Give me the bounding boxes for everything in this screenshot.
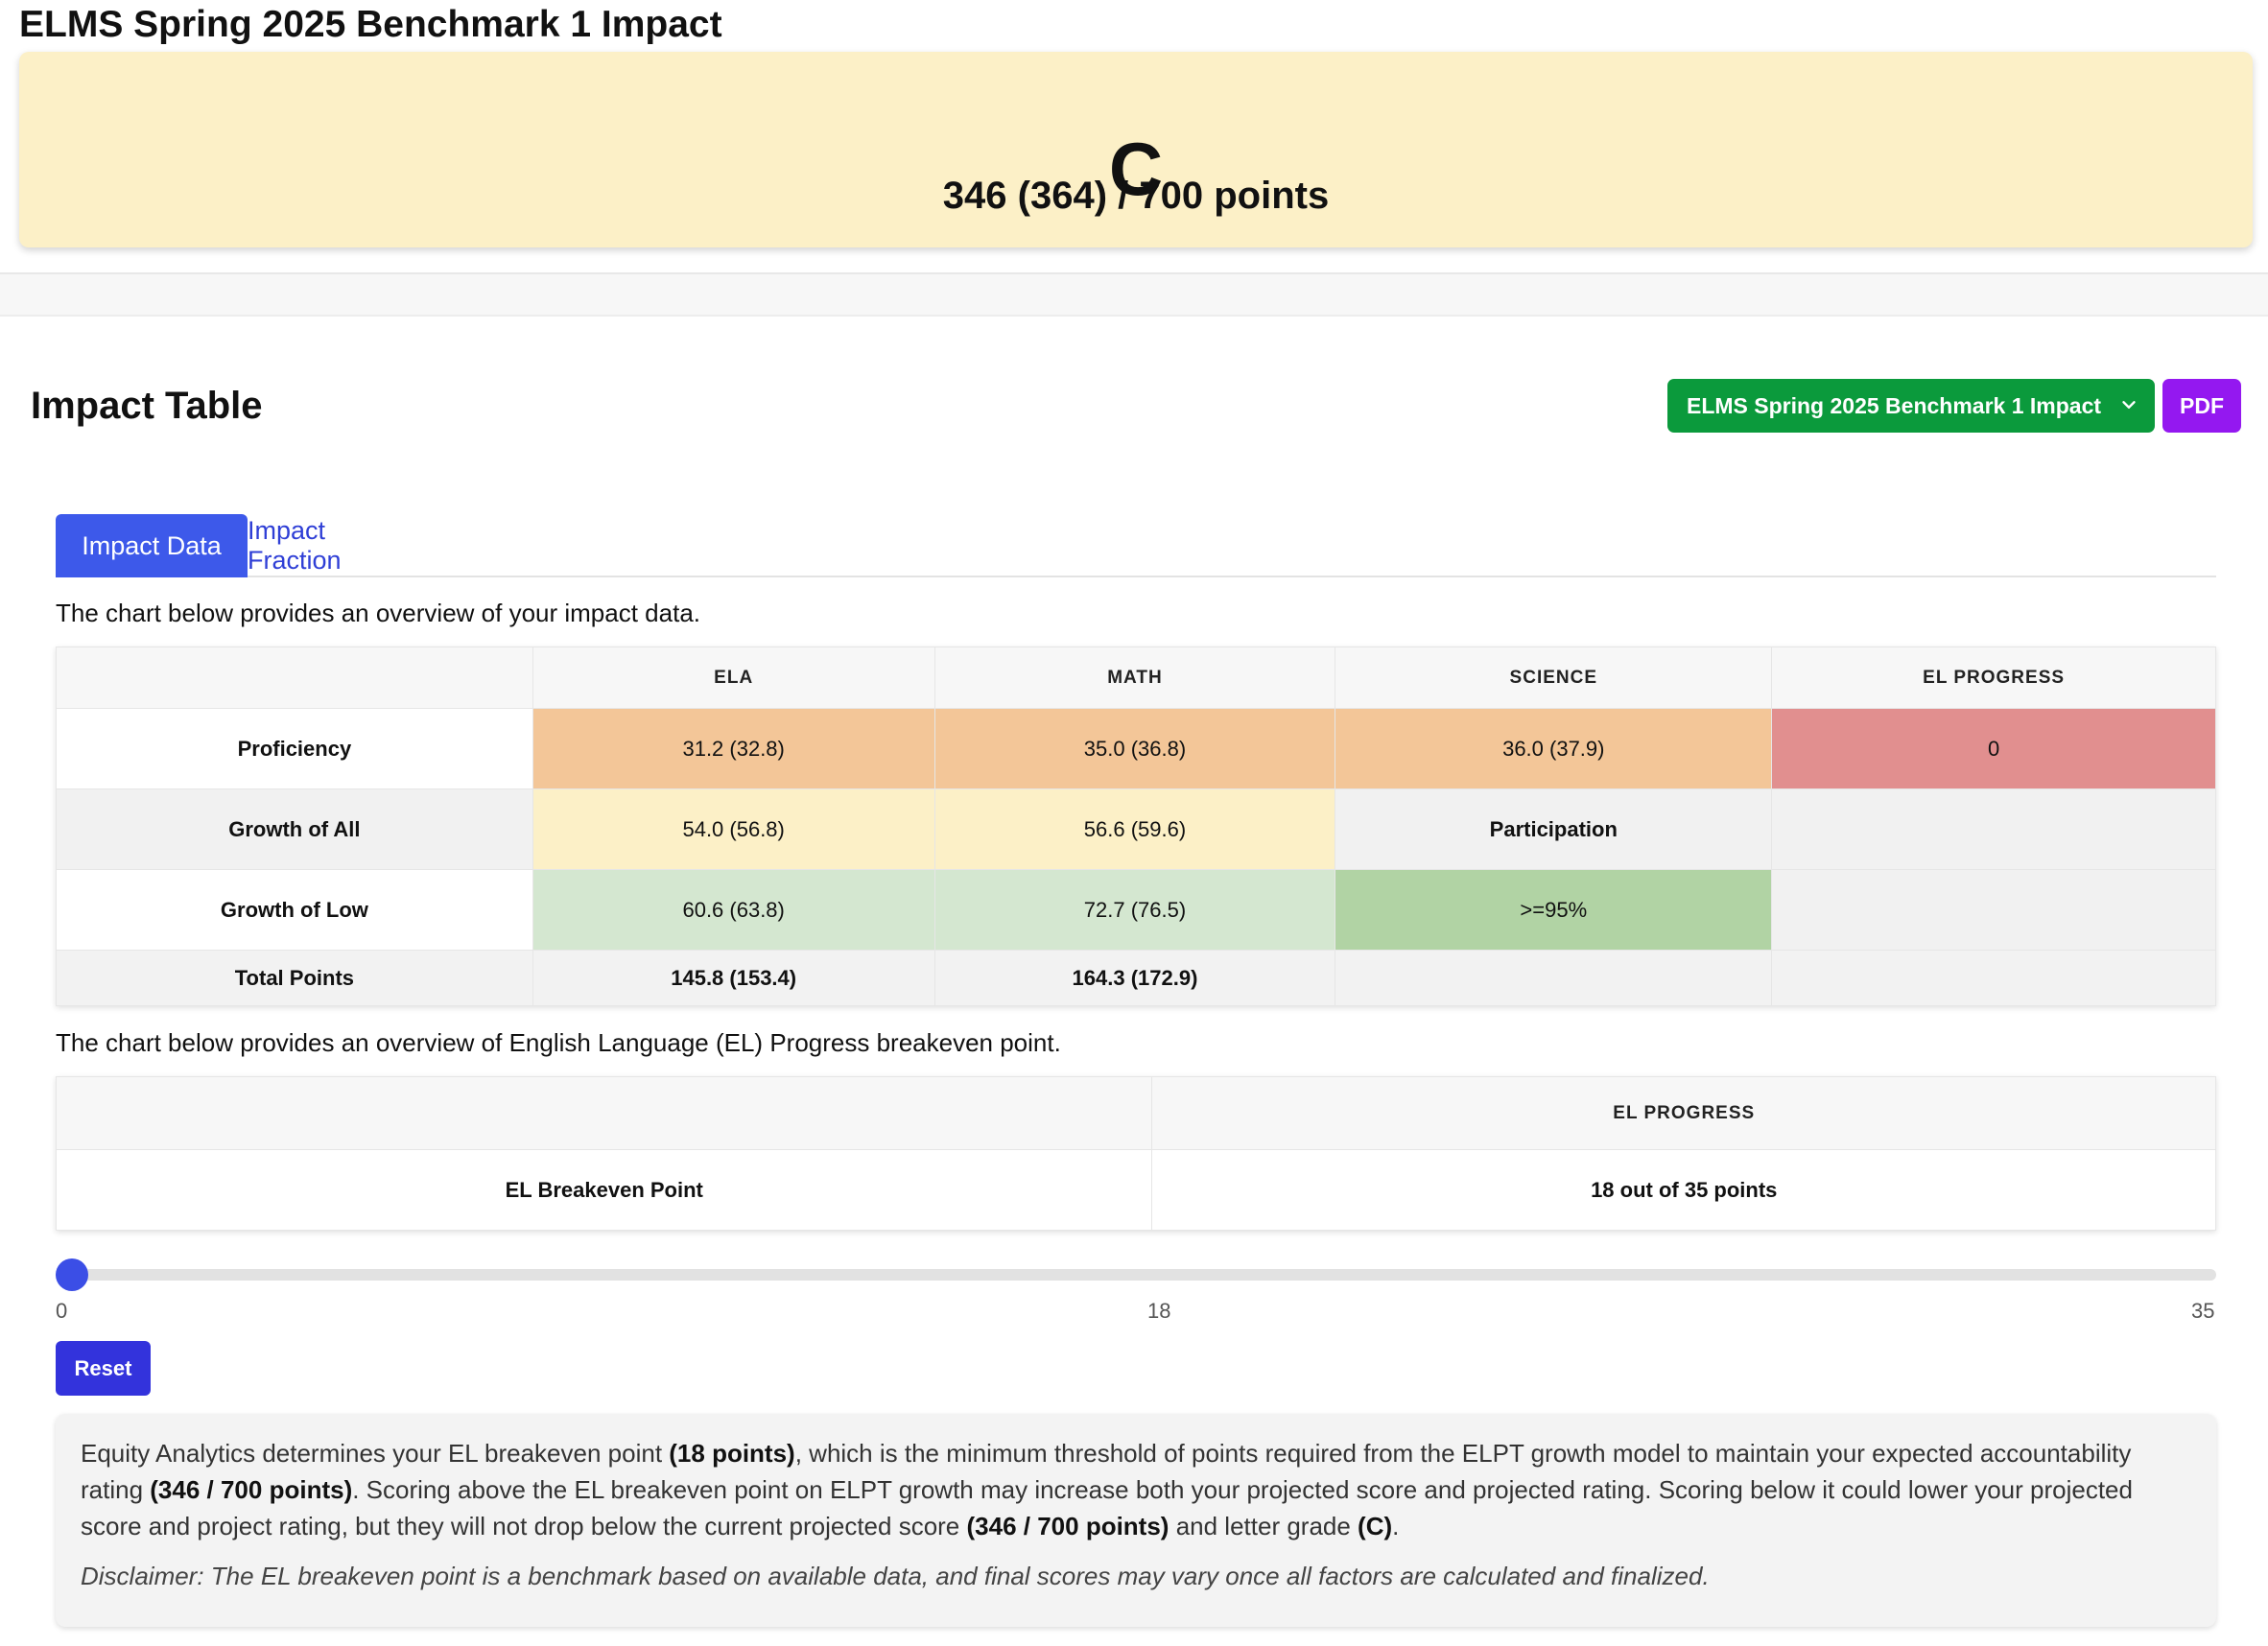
column-header-el-progress: EL PROGRESS bbox=[1151, 1076, 2216, 1150]
table-cell: 60.6 (63.8) bbox=[532, 869, 935, 951]
page-title: ELMS Spring 2025 Benchmark 1 Impact bbox=[19, 4, 722, 45]
table-cell bbox=[1771, 869, 2216, 951]
table-cell: 56.6 (59.6) bbox=[933, 788, 1336, 870]
table-cell: 18 out of 35 points bbox=[1151, 1149, 2216, 1231]
table-row: Growth of Low 60.6 (63.8) 72.7 (76.5) >=… bbox=[56, 869, 2216, 951]
row-label: Growth of Low bbox=[56, 869, 533, 951]
column-header-ela: ELA bbox=[532, 647, 935, 709]
info-grade: (C) bbox=[1358, 1512, 1393, 1540]
tab-bar: Impact Data Impact Fraction bbox=[56, 514, 2216, 577]
row-label: Growth of All bbox=[56, 788, 533, 870]
table-row: Growth of All 54.0 (56.8) 56.6 (59.6) Pa… bbox=[56, 788, 2216, 870]
table-row: EL Breakeven Point 18 out of 35 points bbox=[55, 1149, 2216, 1231]
info-score: (346 / 700 points) bbox=[150, 1475, 353, 1504]
row-label: Proficiency bbox=[56, 708, 533, 789]
dataset-select-value: ELMS Spring 2025 Benchmark 1 Impact bbox=[1687, 392, 2102, 418]
info-breakeven: (18 points) bbox=[669, 1439, 795, 1468]
table-cell: 72.7 (76.5) bbox=[933, 869, 1336, 951]
impact-table: ELA MATH SCIENCE EL PROGRESS Proficiency… bbox=[56, 647, 2216, 1006]
table-cell: 31.2 (32.8) bbox=[532, 708, 935, 789]
column-header bbox=[56, 647, 533, 709]
impact-intro: The chart below provides an overview of … bbox=[56, 599, 701, 627]
el-breakeven-table: EL PROGRESS EL Breakeven Point 18 out of… bbox=[55, 1076, 2216, 1231]
column-header-el-progress: EL PROGRESS bbox=[1771, 647, 2216, 709]
el-points-slider[interactable] bbox=[56, 1258, 2216, 1291]
table-row: Proficiency 31.2 (32.8) 35.0 (36.8) 36.0… bbox=[56, 708, 2216, 789]
table-row: Total Points 145.8 (153.4) 164.3 (172.9) bbox=[56, 950, 2216, 1006]
info-box: Equity Analytics determines your EL brea… bbox=[56, 1414, 2216, 1627]
grade-banner: C 346 (364) / 700 points bbox=[19, 52, 2253, 247]
slider-min-label: 0 bbox=[56, 1299, 68, 1323]
pdf-button[interactable]: PDF bbox=[2162, 379, 2241, 433]
table-cell: 145.8 (153.4) bbox=[532, 950, 935, 1006]
table-cell: 36.0 (37.9) bbox=[1335, 708, 1773, 789]
table-cell: Participation bbox=[1335, 788, 1773, 870]
slider-max-label: 35 bbox=[2191, 1299, 2215, 1323]
grade-points: 346 (364) / 700 points bbox=[942, 175, 1330, 217]
row-label: EL Breakeven Point bbox=[55, 1149, 1153, 1231]
column-header-science: SCIENCE bbox=[1335, 647, 1773, 709]
column-header-math: MATH bbox=[933, 647, 1336, 709]
table-cell: 0 bbox=[1771, 708, 2216, 789]
el-intro: The chart below provides an overview of … bbox=[56, 1028, 1061, 1057]
table-cell bbox=[1335, 950, 1773, 1006]
tab-impact-data[interactable]: Impact Data bbox=[56, 514, 248, 577]
column-header bbox=[55, 1076, 1153, 1150]
info-text: and letter grade bbox=[1169, 1512, 1358, 1540]
table-cell: 54.0 (56.8) bbox=[532, 788, 935, 870]
tab-impact-fraction[interactable]: Impact Fraction bbox=[248, 514, 426, 577]
info-paragraph: Equity Analytics determines your EL brea… bbox=[81, 1435, 2191, 1544]
info-text: . bbox=[1392, 1512, 1400, 1540]
row-label: Total Points bbox=[56, 950, 533, 1006]
dataset-select[interactable]: ELMS Spring 2025 Benchmark 1 Impact bbox=[1667, 379, 2155, 433]
slider-mid-label: 18 bbox=[1147, 1299, 1171, 1323]
info-score: (346 / 700 points) bbox=[966, 1512, 1169, 1540]
table-cell bbox=[1771, 950, 2216, 1006]
section-title: Impact Table bbox=[31, 385, 263, 427]
table-cell: 164.3 (172.9) bbox=[933, 950, 1336, 1006]
table-cell: 35.0 (36.8) bbox=[933, 708, 1336, 789]
slider-thumb[interactable] bbox=[56, 1258, 88, 1291]
table-cell: >=95% bbox=[1335, 869, 1773, 951]
info-text: Equity Analytics determines your EL brea… bbox=[81, 1439, 670, 1468]
table-header-row: ELA MATH SCIENCE EL PROGRESS bbox=[56, 647, 2216, 709]
chevron-down-icon bbox=[2122, 401, 2136, 409]
disclaimer: Disclaimer: The EL breakeven point is a … bbox=[81, 1562, 1710, 1590]
table-cell bbox=[1771, 788, 2216, 870]
table-header-row: EL PROGRESS bbox=[55, 1076, 2216, 1150]
reset-button[interactable]: Reset bbox=[56, 1341, 151, 1396]
section-divider bbox=[0, 272, 2268, 317]
